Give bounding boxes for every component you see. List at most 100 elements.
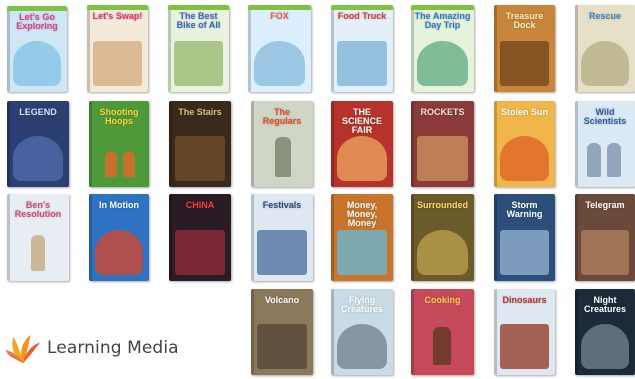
book-cover[interactable]: Ben's Resolution bbox=[7, 194, 69, 281]
book-band bbox=[87, 5, 148, 10]
book-title: FOX bbox=[270, 11, 289, 21]
logo-text: Learning Media bbox=[47, 338, 179, 358]
book-title: CHINA bbox=[185, 200, 215, 210]
book-cover[interactable]: Rescue bbox=[575, 5, 635, 92]
book-title: Night Creatures bbox=[583, 295, 627, 314]
book-title: Food Truck bbox=[337, 11, 387, 21]
book-cover[interactable]: The Stairs bbox=[169, 101, 231, 187]
book-figure bbox=[275, 137, 291, 177]
book-title: Telegram bbox=[585, 200, 625, 210]
book-illustration bbox=[337, 136, 387, 181]
book-cover[interactable]: Let's Go Exploring bbox=[7, 6, 67, 92]
book-illustration bbox=[13, 41, 61, 86]
book-title: Shooting Hoops bbox=[99, 107, 139, 126]
book-cover[interactable]: Surrounded bbox=[411, 194, 474, 281]
book-cover[interactable]: Night Creatures bbox=[575, 289, 635, 375]
book-title: Storm Warning bbox=[506, 200, 543, 219]
book-cover[interactable]: Treasure Dock bbox=[494, 5, 555, 92]
book-title: Let's Go Exploring bbox=[16, 12, 58, 31]
book-cover[interactable]: Cooking bbox=[411, 289, 474, 375]
book-illustration bbox=[500, 40, 549, 86]
book-cover[interactable]: Wild Scientists bbox=[575, 101, 635, 187]
book-title: In Motion bbox=[99, 200, 139, 210]
book-title: LEGEND bbox=[19, 107, 57, 117]
book-cover[interactable]: FOX bbox=[248, 5, 311, 92]
book-figure bbox=[587, 143, 601, 177]
book-spine bbox=[89, 194, 92, 281]
book-spine bbox=[169, 101, 172, 187]
book-cover[interactable]: Volcano bbox=[251, 289, 313, 375]
book-spine bbox=[251, 194, 254, 281]
book-spine bbox=[251, 289, 254, 375]
book-spine bbox=[575, 194, 578, 281]
book-title: Surrounded bbox=[417, 200, 468, 210]
book-cover[interactable]: Telegram bbox=[575, 194, 635, 281]
book-cover[interactable]: ROCKETS bbox=[411, 101, 474, 187]
book-illustration bbox=[254, 40, 305, 86]
book-illustration bbox=[174, 40, 223, 86]
book-title: The Regulars bbox=[262, 107, 302, 126]
book-illustration bbox=[337, 324, 387, 369]
book-cover[interactable]: Festivals bbox=[251, 194, 313, 281]
book-title: Flying Creatures bbox=[340, 295, 384, 314]
book-cover[interactable]: Dinosaurs bbox=[494, 289, 555, 375]
book-spine bbox=[411, 101, 414, 187]
book-spine bbox=[494, 289, 497, 375]
book-cover[interactable]: THE SCIENCE FAIR bbox=[331, 101, 393, 187]
book-illustration bbox=[337, 229, 387, 275]
book-title: Treasure Dock bbox=[505, 11, 544, 30]
learning-media-logo[interactable]: Learning Media bbox=[4, 328, 204, 368]
book-illustration bbox=[417, 136, 468, 181]
book-title: Volcano bbox=[264, 295, 300, 305]
book-title: Rescue bbox=[588, 11, 622, 21]
book-title: Let's Swap! bbox=[92, 11, 143, 21]
book-spine bbox=[169, 194, 172, 281]
book-title: Wild Scientists bbox=[583, 107, 627, 126]
book-spine bbox=[494, 101, 497, 187]
book-illustration bbox=[337, 40, 387, 86]
book-title: Money, Money, Money bbox=[346, 200, 378, 228]
book-title: The Best Bike of All bbox=[176, 11, 221, 30]
book-spine bbox=[575, 5, 578, 92]
book-illustration bbox=[175, 229, 225, 275]
book-illustration bbox=[175, 136, 225, 181]
book-figure bbox=[607, 143, 621, 177]
book-illustration bbox=[581, 324, 629, 369]
book-title: ROCKETS bbox=[420, 107, 465, 117]
book-cover[interactable]: Food Truck bbox=[331, 5, 393, 92]
book-title: Dinosaurs bbox=[502, 295, 547, 305]
book-cover[interactable]: Money, Money, Money bbox=[331, 194, 393, 281]
book-cover[interactable]: LEGEND bbox=[7, 101, 69, 187]
book-title: Cooking bbox=[424, 295, 461, 305]
book-title: The Stairs bbox=[178, 107, 222, 117]
book-cover[interactable]: Stolen Sun bbox=[494, 101, 555, 187]
learning-media-logo-icon bbox=[5, 334, 41, 364]
book-band bbox=[411, 5, 474, 10]
book-cover[interactable]: Flying Creatures bbox=[331, 289, 393, 375]
book-cover[interactable]: Storm Warning bbox=[494, 194, 555, 281]
book-title: The Amazing Day Trip bbox=[414, 11, 471, 30]
book-band bbox=[7, 6, 67, 11]
book-illustration bbox=[417, 229, 468, 275]
book-title: Festivals bbox=[262, 200, 302, 210]
book-cover[interactable]: In Motion bbox=[89, 194, 149, 281]
book-illustration bbox=[500, 136, 549, 181]
book-illustration bbox=[257, 229, 307, 275]
book-spine bbox=[248, 5, 251, 92]
book-title: THE SCIENCE FAIR bbox=[341, 107, 382, 135]
book-spine bbox=[7, 101, 10, 187]
book-grid: Let's Go Exploring Let's Swap! The Best … bbox=[0, 0, 635, 379]
book-cover[interactable]: Shooting Hoops bbox=[89, 101, 149, 187]
book-illustration bbox=[581, 40, 629, 86]
book-cover[interactable]: The Best Bike of All bbox=[168, 5, 229, 92]
book-cover[interactable]: Let's Swap! bbox=[87, 5, 148, 92]
book-spine bbox=[411, 289, 414, 375]
book-cover[interactable]: The Regulars bbox=[251, 101, 313, 187]
book-figure bbox=[105, 151, 117, 177]
book-illustration bbox=[93, 40, 142, 86]
book-illustration bbox=[500, 324, 549, 369]
book-cover[interactable]: CHINA bbox=[169, 194, 231, 281]
book-cover[interactable]: The Amazing Day Trip bbox=[411, 5, 474, 92]
book-title: Stolen Sun bbox=[501, 107, 548, 117]
book-band bbox=[168, 5, 229, 10]
